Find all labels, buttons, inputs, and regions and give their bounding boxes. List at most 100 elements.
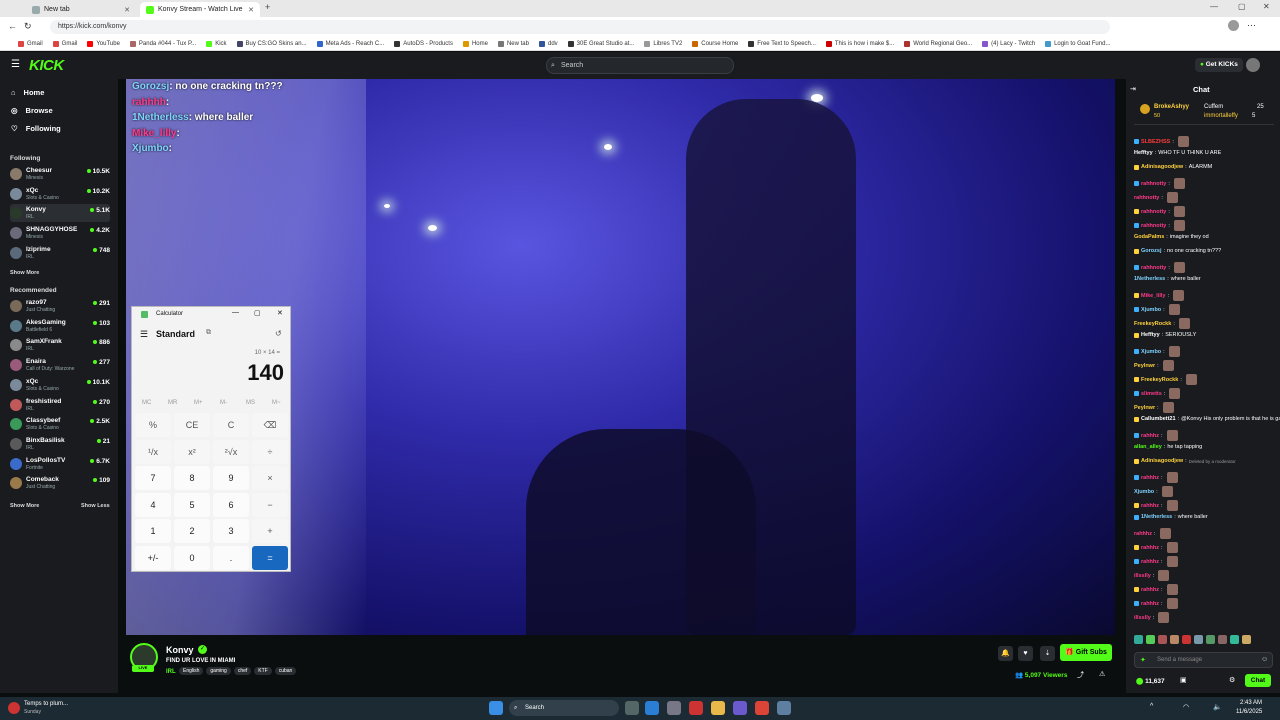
sidebar-channel[interactable]: LosPollosTV Fortnite 6.7K xyxy=(10,455,110,473)
bookmark-item[interactable]: Login to Goat Fund... xyxy=(1045,40,1110,47)
taskbar-search[interactable]: ⌕ Search xyxy=(509,700,619,716)
bookmark-item[interactable]: Course Home xyxy=(692,40,738,47)
chat-username[interactable]: illsslly xyxy=(1134,573,1151,579)
pin-icon[interactable]: ⇣ xyxy=(1040,646,1055,661)
calc-key[interactable]: CE xyxy=(174,413,210,437)
hamburger-menu-icon[interactable]: ☰ xyxy=(140,329,148,340)
emote-icon[interactable] xyxy=(1194,635,1203,644)
report-icon[interactable]: ⚠ xyxy=(1099,670,1105,678)
file-explorer-icon[interactable] xyxy=(711,701,725,715)
url-input[interactable]: https://kick.com/konvy xyxy=(50,20,1110,34)
sidebar-channel[interactable]: Iziprime IRL 748 xyxy=(10,244,110,262)
history-icon[interactable]: ↺ xyxy=(275,329,282,338)
sidebar-channel[interactable]: freshistired IRL 270 xyxy=(10,396,110,414)
sidebar-channel[interactable]: AkesGaming Battlefield 6 103 xyxy=(10,317,110,335)
close-icon[interactable]: ✕ xyxy=(277,309,283,317)
sidebar-nav-browse[interactable]: ◎ Browse xyxy=(11,106,53,115)
chrome-icon[interactable] xyxy=(755,701,769,715)
minimize-icon[interactable]: — xyxy=(232,309,239,316)
calc-key[interactable]: 9 xyxy=(213,466,249,490)
streamer-name[interactable]: Konvy xyxy=(166,645,194,655)
back-icon[interactable]: ← xyxy=(8,21,17,31)
stream-tag[interactable]: KTF xyxy=(254,667,272,675)
sidebar-channel[interactable]: Classybeef Slots & Casino 2.5K xyxy=(10,415,110,433)
show-less-recommended[interactable]: Show Less xyxy=(81,503,110,509)
bookmark-item[interactable]: This is how i make $... xyxy=(825,40,894,47)
calc-key[interactable]: ÷ xyxy=(252,439,288,464)
close-tab-icon[interactable]: ✕ xyxy=(248,6,254,14)
stream-category[interactable]: IRL xyxy=(166,669,176,675)
store-icon[interactable] xyxy=(667,701,681,715)
chat-username[interactable]: Hefftyy xyxy=(1141,332,1160,338)
calc-key[interactable]: + xyxy=(252,519,288,543)
maximize-icon[interactable]: ▢ xyxy=(1238,2,1246,11)
get-kicks-button[interactable]: ● Get KICKs xyxy=(1195,58,1243,72)
maximize-icon[interactable]: ▢ xyxy=(254,309,261,317)
tab-kick[interactable]: Konvy Stream - Watch Live on Kick ✕ xyxy=(140,2,260,17)
calculator-taskbar-icon[interactable] xyxy=(777,701,791,715)
chat-username[interactable]: rahhnotty xyxy=(1141,265,1166,271)
chat-username[interactable]: 1Netherless xyxy=(1141,514,1172,520)
emote-icon[interactable] xyxy=(1218,635,1227,644)
sidebar-channel[interactable]: SHNAGGYHOSE Minesis 4.2K xyxy=(10,224,110,242)
chat-username[interactable]: Gorozsj xyxy=(1141,248,1161,254)
app-icon[interactable] xyxy=(689,701,703,715)
gear-icon[interactable]: ⚙ xyxy=(1229,676,1235,684)
chat-username[interactable]: Callumbett21 xyxy=(1141,416,1176,422)
search-input[interactable]: ⌕ Search xyxy=(546,57,734,74)
chat-username[interactable]: SLBEZHSS xyxy=(1141,139,1170,145)
bookmark-item[interactable]: Free Text to Speech... xyxy=(748,40,816,47)
stream-tag[interactable]: cuban xyxy=(274,667,297,675)
chat-username[interactable]: rahhnotty xyxy=(1141,223,1166,229)
tab-new-tab[interactable]: New tab ✕ xyxy=(26,2,136,17)
calc-key[interactable]: 6 xyxy=(213,492,249,517)
calc-key[interactable]: ¹/x xyxy=(135,439,171,464)
volume-icon[interactable]: 🔈 xyxy=(1213,703,1222,711)
bookmark-item[interactable]: Home xyxy=(462,40,488,47)
chat-username[interactable]: Adinisagoodjew xyxy=(1141,164,1183,170)
sidebar-channel[interactable]: Cheesur Minesis 10.5K xyxy=(10,165,110,183)
chat-username[interactable]: Xjumbo xyxy=(1141,349,1161,355)
wifi-icon[interactable]: ◠ xyxy=(1183,703,1189,711)
menu-icon[interactable]: ⋯ xyxy=(1247,20,1256,31)
calc-key[interactable]: ²√x xyxy=(213,439,249,464)
stream-tag[interactable]: chef xyxy=(233,667,252,675)
calc-key[interactable]: = xyxy=(252,545,288,570)
user-avatar[interactable] xyxy=(1246,58,1260,72)
gift-subs-button[interactable]: 🎁 Gift Subs xyxy=(1060,644,1112,661)
calculator-window[interactable]: Calculator — ▢ ✕ ☰ Standard ⧉ ↺ 10 × 14 … xyxy=(131,306,291,572)
emote-icon[interactable] xyxy=(1206,635,1215,644)
calc-key[interactable]: +/- xyxy=(135,545,171,570)
show-more-recommended[interactable]: Show More xyxy=(10,503,39,509)
bookmark-item[interactable]: Kick xyxy=(206,40,227,47)
sidebar-channel[interactable]: BinxBasilisk IRL 21 xyxy=(10,435,110,453)
chat-username[interactable]: rahhhz xyxy=(1141,545,1159,551)
bookmark-item[interactable]: Buy CS:GO Skins an... xyxy=(236,40,307,47)
bookmark-item[interactable]: World Regional Geo... xyxy=(904,40,972,47)
chat-username[interactable]: rahhhz xyxy=(1141,587,1159,593)
emote-icon[interactable] xyxy=(1230,635,1239,644)
calc-key[interactable]: 7 xyxy=(135,466,171,490)
bell-icon[interactable]: 🔔 xyxy=(998,646,1013,661)
new-tab-icon[interactable]: + xyxy=(265,2,270,12)
chat-username[interactable]: GodaPalms xyxy=(1134,234,1164,240)
edge-icon[interactable] xyxy=(645,701,659,715)
emote-icon[interactable] xyxy=(1158,635,1167,644)
profile-avatar[interactable] xyxy=(1228,20,1239,31)
task-view-icon[interactable] xyxy=(625,701,639,715)
calc-key[interactable]: × xyxy=(252,466,288,490)
chat-username[interactable]: rahhhz xyxy=(1141,559,1159,565)
chat-username[interactable]: Xjumbo xyxy=(1141,307,1161,313)
chat-username[interactable]: Peylnwr xyxy=(1134,363,1155,369)
bookmark-item[interactable]: Gmail xyxy=(18,40,43,47)
reload-icon[interactable]: ↻ xyxy=(24,21,32,32)
chat-username[interactable]: illsslly xyxy=(1134,615,1151,621)
calendar-icon[interactable]: ▣ xyxy=(1180,676,1187,684)
chat-username[interactable]: Peylnwr xyxy=(1134,405,1155,411)
bookmark-item[interactable]: Panda #044 - Tux P... xyxy=(129,40,196,47)
chat-username[interactable]: rahhhz xyxy=(1134,531,1152,537)
calc-key[interactable]: C xyxy=(213,413,249,437)
close-tab-icon[interactable]: ✕ xyxy=(124,6,130,14)
memory-button[interactable]: M+ xyxy=(194,400,203,406)
chat-username[interactable]: rahhnotty xyxy=(1141,181,1166,187)
